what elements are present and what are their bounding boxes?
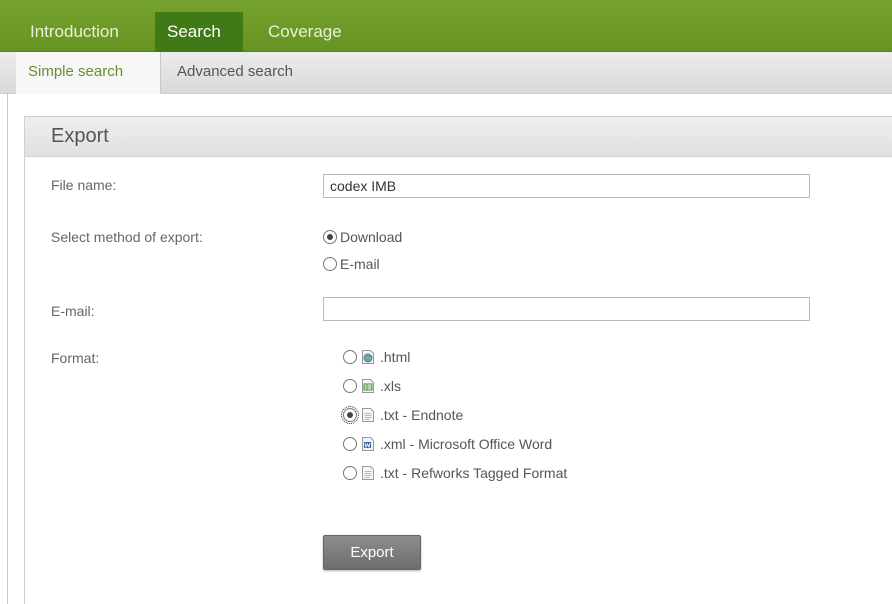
excel-file-icon	[362, 379, 374, 393]
method-option-email[interactable]: E-mail	[323, 254, 380, 274]
email-method-label: E-mail	[340, 256, 380, 272]
sub-navigation: Simple search Advanced search	[0, 52, 892, 94]
format-html-radio[interactable]	[343, 350, 357, 364]
export-button[interactable]: Export	[323, 535, 421, 570]
email-radio[interactable]	[323, 257, 337, 271]
tab-search[interactable]: Search	[155, 12, 243, 52]
format-option-html[interactable]: .html	[343, 347, 410, 367]
download-radio[interactable]	[323, 230, 337, 244]
method-option-download[interactable]: Download	[323, 227, 402, 247]
format-xls-label: .xls	[380, 378, 401, 394]
format-xml-radio[interactable]	[343, 437, 357, 451]
panel-header: Export	[25, 117, 892, 157]
top-navigation: Introduction Search Coverage	[0, 0, 892, 52]
subtab-simple-search[interactable]: Simple search	[16, 52, 161, 94]
format-refworks-radio[interactable]	[343, 466, 357, 480]
file-name-label: File name:	[51, 177, 117, 193]
export-method-label: Select method of export:	[51, 229, 203, 245]
format-html-label: .html	[380, 349, 411, 365]
export-panel: Export File name: Select method of expor…	[24, 116, 892, 604]
format-refworks-label: .txt - Refworks Tagged Format	[380, 465, 568, 481]
email-label: E-mail:	[51, 303, 95, 319]
panel-title: Export	[51, 125, 109, 147]
email-input[interactable]	[323, 297, 810, 321]
page-border	[7, 94, 8, 604]
format-xml-label: .xml - Microsoft Office Word	[380, 436, 553, 452]
format-endnote-label: .txt - Endnote	[380, 407, 464, 423]
word-file-icon	[362, 437, 374, 451]
subtab-advanced-search[interactable]: Advanced search	[165, 52, 305, 94]
html-file-icon	[362, 350, 374, 364]
format-option-txt-refworks[interactable]: .txt - Refworks Tagged Format	[343, 463, 567, 483]
format-option-txt-endnote[interactable]: .txt - Endnote	[341, 405, 464, 425]
format-label: Format:	[51, 350, 100, 366]
tab-introduction[interactable]: Introduction	[18, 12, 131, 52]
format-option-xls[interactable]: .xls	[343, 376, 401, 396]
file-name-input[interactable]	[323, 174, 810, 198]
format-endnote-radio[interactable]	[341, 406, 359, 424]
format-xls-radio[interactable]	[343, 379, 357, 393]
tab-coverage[interactable]: Coverage	[256, 12, 354, 52]
text-file-icon	[362, 408, 374, 422]
text-file-icon	[362, 466, 374, 480]
download-label: Download	[340, 229, 403, 245]
format-option-xml-word[interactable]: .xml - Microsoft Office Word	[343, 434, 552, 454]
